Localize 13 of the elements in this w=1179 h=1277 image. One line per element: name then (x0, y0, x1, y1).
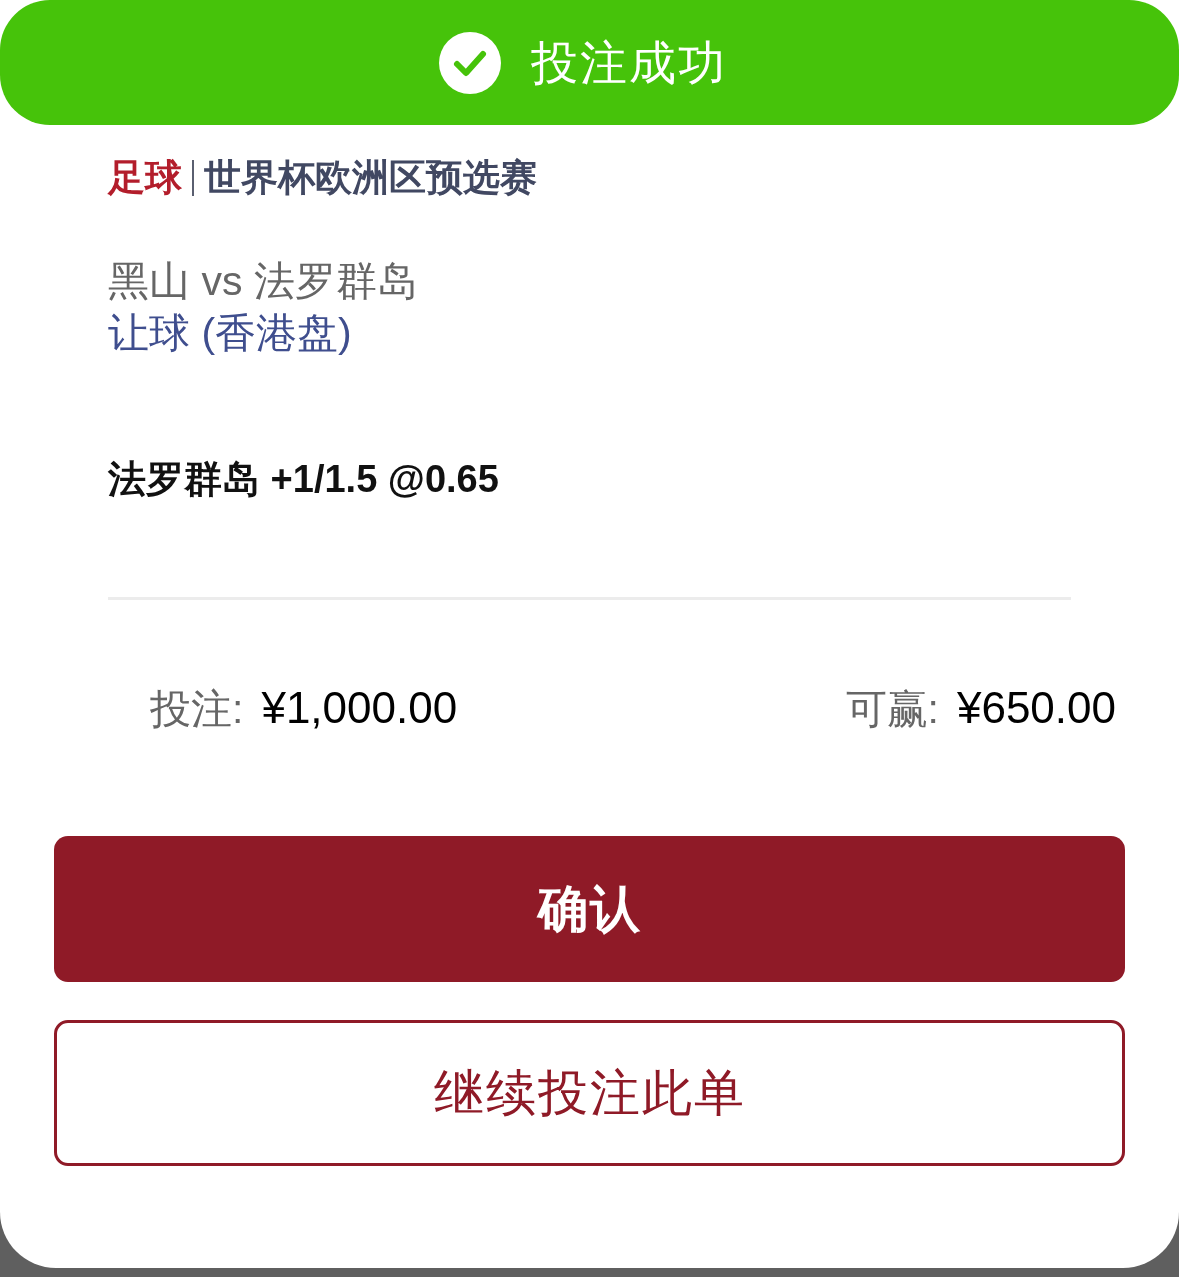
league-name: 世界杯欧洲区预选赛 (204, 156, 537, 200)
continue-button[interactable]: 继续投注此单 (54, 1020, 1125, 1166)
bet-selection: 法罗群岛 +1/1.5 @0.65 (108, 457, 500, 502)
summary-label: 投注: (150, 684, 244, 734)
confirm-button[interactable]: 确认 (54, 836, 1125, 982)
market-type: 让球 (香港盘) (108, 309, 353, 358)
check-circle-icon (438, 31, 501, 94)
sport-label: 足球 (108, 156, 182, 200)
summary-amount: ¥1,000.00 (261, 681, 458, 734)
success-title: 投注成功 (530, 34, 727, 91)
summary-label: 可赢: (845, 684, 939, 734)
match-teams: 黑山 vs 法罗群岛 (108, 257, 419, 306)
summary-amount: ¥650.00 (956, 681, 1116, 734)
